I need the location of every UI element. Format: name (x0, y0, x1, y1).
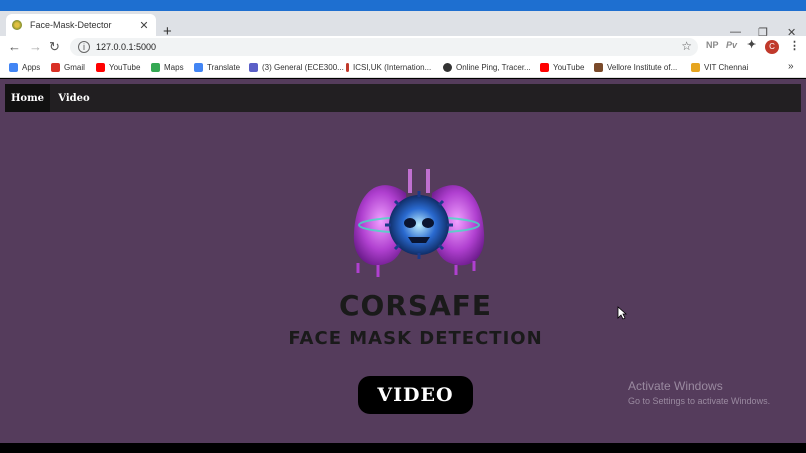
nav-video-link[interactable]: Video (50, 84, 98, 112)
profile-avatar[interactable]: C (765, 40, 779, 54)
address-bar[interactable]: i 127.0.0.1:5000 ☆ (70, 38, 698, 56)
info-icon[interactable]: i (78, 41, 90, 53)
bookmark-icsi[interactable]: ICSI,UK (Internation... (346, 63, 431, 72)
ping-icon (443, 63, 452, 72)
bookmarks-bar: Apps Gmail YouTube Maps Translate (3) Ge… (0, 58, 806, 78)
mouse-cursor-icon (617, 306, 627, 320)
bookmark-ping[interactable]: Online Ping, Tracer... (443, 63, 531, 72)
reload-icon[interactable]: ↻ (49, 39, 60, 55)
favicon-icon (12, 20, 22, 30)
bookmark-youtube[interactable]: YouTube (96, 63, 140, 72)
browser-tab[interactable]: Face-Mask-Detector ✕ (6, 14, 156, 36)
bookmark-maps[interactable]: Maps (151, 63, 184, 72)
back-icon[interactable]: ← (8, 39, 21, 55)
extensions-puzzle-icon[interactable]: ✦ (747, 38, 756, 51)
activate-windows-title: Activate Windows (628, 379, 723, 393)
bookmark-teams[interactable]: (3) General (ECE300... (249, 63, 344, 72)
url-text: 127.0.0.1:5000 (96, 42, 157, 52)
maps-icon (151, 63, 160, 72)
bookmark-star-icon[interactable]: ☆ (681, 39, 692, 53)
bookmark-gmail[interactable]: Gmail (51, 63, 85, 72)
bookmark-youtube-2[interactable]: YouTube (540, 63, 584, 72)
close-tab-icon[interactable]: ✕ (138, 19, 150, 32)
brand-title: CORSAFE (338, 289, 492, 322)
teams-icon (249, 63, 258, 72)
bookmark-vit[interactable]: Vellore Institute of... (594, 63, 677, 72)
bookmark-apps[interactable]: Apps (9, 63, 40, 72)
extension-pv-icon[interactable]: Pv (726, 40, 737, 50)
extension-np-icon[interactable]: NP (706, 40, 719, 50)
video-button[interactable]: VIDEO (358, 376, 473, 414)
icsi-icon (346, 63, 349, 72)
nav-home-link[interactable]: Home (5, 84, 50, 112)
vit-icon (594, 63, 603, 72)
gmail-icon (51, 63, 60, 72)
bottom-edge (0, 443, 806, 453)
browser-toolbar: ← → ↻ i 127.0.0.1:5000 ☆ NP Pv ✦ C ⋮ (0, 36, 806, 58)
menu-icon[interactable]: ⋮ (789, 39, 800, 52)
tab-strip: Face-Mask-Detector ✕ + — ❐ ✕ (0, 11, 806, 39)
bookmarks-overflow-icon[interactable]: » (788, 61, 794, 72)
activate-windows-subtitle: Go to Settings to activate Windows. (628, 396, 771, 406)
page-content: Home Video CORSAFE FACE MASK DETECTION V… (0, 79, 806, 443)
bookmark-translate[interactable]: Translate (194, 63, 240, 72)
corsafe-logo-icon (353, 169, 485, 277)
forward-icon[interactable]: → (29, 39, 42, 55)
brand-subtitle: FACE MASK DETECTION (288, 328, 543, 349)
site-navbar: Home Video (5, 84, 801, 112)
bookmark-vit-chennai[interactable]: VIT Chennai (691, 63, 748, 72)
window-top-strip (0, 0, 806, 11)
translate-icon (194, 63, 203, 72)
youtube-icon (96, 63, 105, 72)
apps-grid-icon (9, 63, 18, 72)
tab-title: Face-Mask-Detector (30, 20, 112, 30)
vit-chennai-icon (691, 63, 700, 72)
youtube-icon (540, 63, 549, 72)
